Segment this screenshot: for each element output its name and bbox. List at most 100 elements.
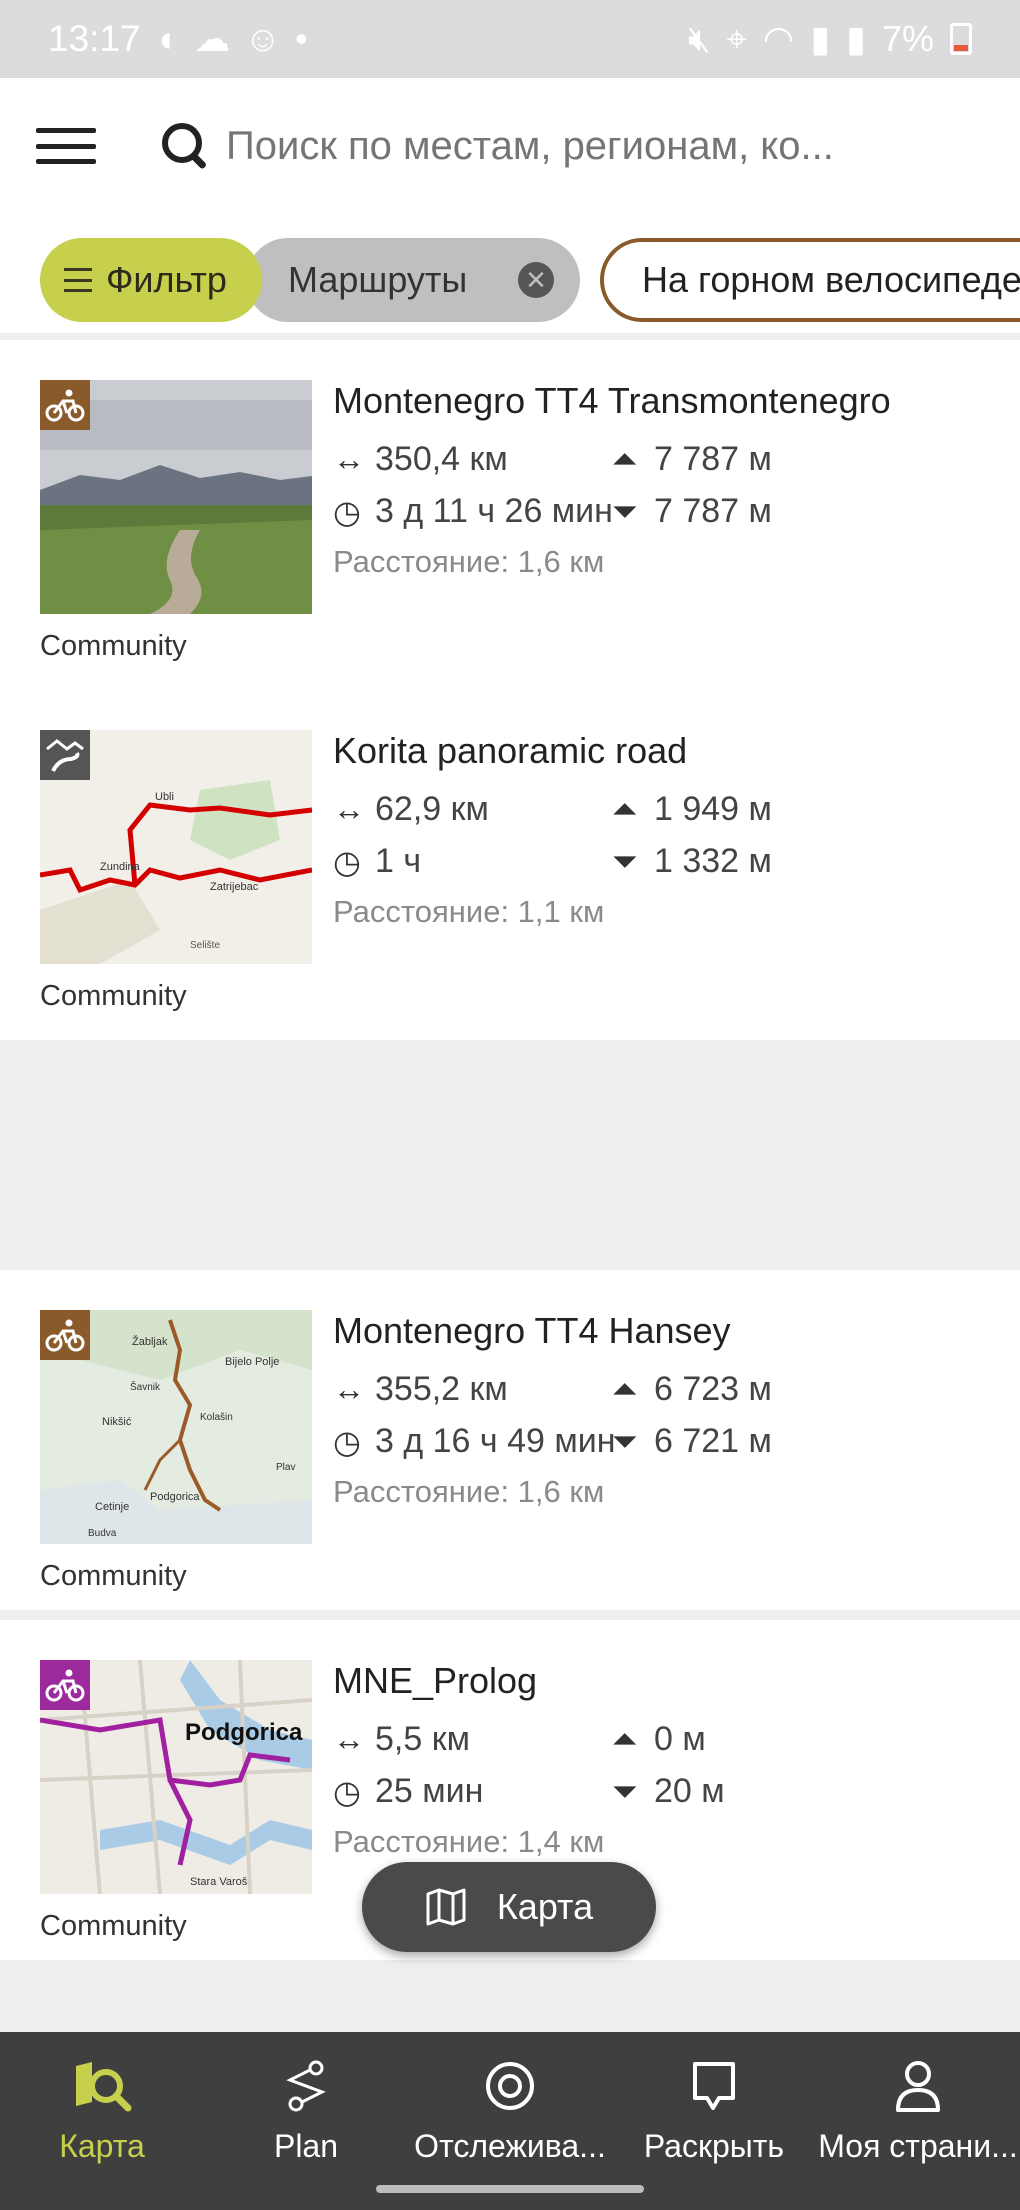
route-duration: 25 мин (375, 1772, 484, 1810)
route-map-thumbnail: Podgorica Stara Varoš (40, 1660, 312, 1894)
route-title: Korita panoramic road (333, 730, 688, 771)
route-descent: 6 721 м (654, 1422, 772, 1460)
ascent-icon: ⏶ (612, 790, 638, 827)
nav-map[interactable]: Карта (0, 2032, 204, 2210)
location-icon: ⌖ (726, 17, 747, 59)
map-view-button[interactable]: Карта (362, 1862, 656, 1952)
route-card[interactable]: Montenegro TT4 Transmontenegro ↔ 350,4 км… (0, 340, 1020, 680)
route-plan-icon (286, 2060, 326, 2112)
descent-icon: ⏷ (612, 492, 638, 529)
route-card[interactable]: Ubli Zundina Zatrijebac Selište Korita p… (0, 690, 1020, 1030)
distance-icon: ↔ (333, 791, 365, 827)
map-label: Šavnik (130, 1380, 161, 1393)
route-source: Community (40, 980, 187, 1012)
ascent-icon: ⏶ (612, 440, 638, 477)
nav-profile-label: Моя страни... (818, 2128, 1018, 2164)
map-label: Selište (190, 940, 220, 951)
list-bottom-gap (0, 1950, 1020, 2032)
route-title: Montenegro TT4 Hansey (333, 1310, 731, 1351)
map-label: Budva (88, 1528, 117, 1539)
record-icon (486, 2062, 534, 2110)
route-card[interactable]: Žabljak Bijelo Polje Šavnik Nikšić Kolaš… (0, 1270, 1020, 1610)
map-view-label: Карта (496, 1886, 594, 1927)
nav-track[interactable]: Отслежива... (408, 2032, 612, 2210)
clock-icon: ◷ (333, 1773, 361, 1810)
search-input[interactable] (226, 123, 926, 169)
nav-plan-label: Plan (273, 2128, 339, 2164)
nav-plan[interactable]: Plan (204, 2032, 408, 2210)
filter-chips: Фильтр Маршруты ✕ На горном велосипеде (0, 236, 1020, 326)
descent-icon: ⏷ (612, 1422, 638, 1459)
wifi-icon: ◠ (762, 18, 795, 59)
home-indicator[interactable] (376, 2185, 644, 2193)
mountain-bike-chip[interactable]: На горном велосипеде (600, 238, 1020, 322)
nav-map-label: Карта (59, 2128, 145, 2164)
route-ascent: 6 723 м (654, 1370, 772, 1408)
mountain-bike-icon (40, 1310, 90, 1360)
battery-icon (950, 23, 972, 55)
clock-icon: ◷ (333, 1423, 361, 1460)
mountain-bike-icon (40, 380, 90, 430)
route-distance: 350,4 км (375, 440, 508, 478)
route-proximity: Расстояние: 1,6 км (333, 544, 605, 579)
filter-sliders-icon (64, 268, 92, 292)
clear-chip-icon[interactable]: ✕ (518, 262, 554, 298)
route-photo (40, 380, 312, 614)
ascent-icon: ⏶ (612, 1720, 638, 1757)
nav-profile[interactable]: Моя страни... (816, 2032, 1020, 2210)
map-search-icon (76, 2062, 132, 2112)
weather-icon: ◐ (158, 18, 181, 59)
map-label: Kolašin (200, 1412, 233, 1423)
route-proximity: Расстояние: 1,6 км (333, 1474, 605, 1509)
battery-percent: 7% (881, 18, 934, 59)
mute-icon: 🔇︎ (687, 17, 711, 59)
status-bar: 13:17 ◐ ☁ ☺ • 🔇︎ ⌖ ◠ ▮ ▮ 7% (0, 0, 1020, 78)
descent-icon: ⏷ (612, 1772, 638, 1809)
filter-chip[interactable]: Фильтр (40, 238, 262, 322)
distance-icon: ↔ (333, 1721, 365, 1757)
route-ascent: 1 949 м (654, 790, 772, 828)
route-source: Community (40, 1560, 187, 1592)
cloud-icon: ☁ (194, 18, 231, 59)
routes-chip-label: Маршруты (288, 259, 468, 300)
route-descent: 20 м (654, 1772, 725, 1810)
signal-icon: ▮ (810, 18, 831, 59)
menu-icon[interactable] (36, 128, 96, 164)
ascent-icon: ⏶ (612, 1370, 638, 1407)
clock-icon: ◷ (333, 493, 361, 530)
route-map-thumbnail: Žabljak Bijelo Polje Šavnik Nikšić Kolaš… (40, 1310, 312, 1544)
route-title: MNE_Prolog (333, 1660, 538, 1701)
route-duration: 3 д 11 ч 26 мин (375, 492, 613, 530)
map-icon (426, 1888, 466, 1926)
map-label: Podgorica (150, 1491, 200, 1503)
clock-icon: ◷ (333, 843, 361, 880)
map-label: Plav (276, 1462, 295, 1473)
status-notification-icons: ◐ ☁ ☺ • (159, 18, 308, 60)
profile-icon (896, 2061, 940, 2112)
map-label: Cetinje (95, 1501, 129, 1513)
route-descent: 1 332 м (654, 842, 772, 880)
routes-chip[interactable]: Маршруты ✕ (246, 238, 580, 322)
map-label: Zatrijebac (210, 881, 259, 893)
list-gap (0, 1040, 1020, 1270)
route-ascent: 7 787 м (654, 440, 772, 478)
top-bar (0, 78, 1020, 214)
map-label: Podgorica (185, 1719, 303, 1746)
map-label: Žabljak (132, 1335, 168, 1348)
nav-track-label: Отслежива... (414, 2128, 606, 2164)
search-icon[interactable] (160, 121, 210, 171)
nav-discover-label: Раскрыть (643, 2128, 785, 2164)
route-source: Community (40, 1910, 187, 1942)
route-distance: 5,5 км (375, 1720, 470, 1758)
descent-icon: ⏷ (612, 842, 638, 879)
route-map-thumbnail: Ubli Zundina Zatrijebac Selište (40, 730, 312, 964)
route-proximity: Расстояние: 1,4 км (333, 1824, 605, 1859)
route-duration: 1 ч (375, 842, 422, 880)
route-descent: 7 787 м (654, 492, 772, 530)
route-source: Community (40, 630, 187, 662)
mountain-bike-chip-label: На горном велосипеде (642, 259, 1020, 300)
dot-icon: • (295, 18, 308, 59)
nav-discover[interactable]: Раскрыть (612, 2032, 816, 2210)
bike-icon (40, 1660, 90, 1710)
map-label: Ubli (155, 791, 174, 803)
